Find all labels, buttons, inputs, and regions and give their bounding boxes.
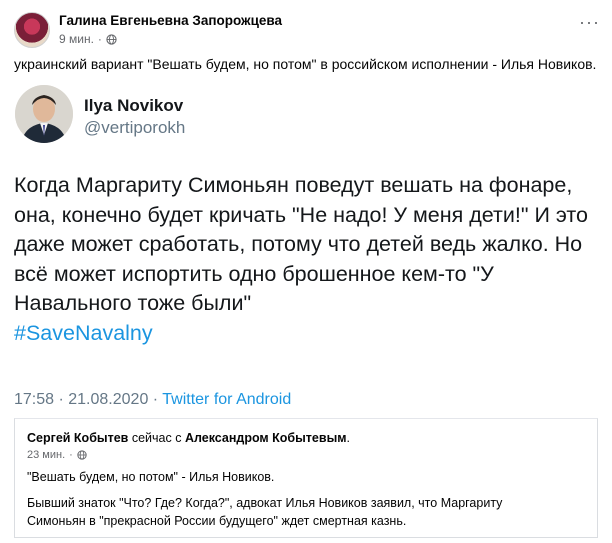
shared-post-timestamp[interactable]: 23 мин. bbox=[27, 449, 65, 461]
tweet-avatar bbox=[15, 85, 73, 143]
post-author-name[interactable]: Галина Евгеньевна Запорожцева bbox=[59, 13, 282, 28]
globe-icon bbox=[77, 450, 87, 460]
globe-icon bbox=[106, 33, 117, 45]
tweet-line: даже может сработать, потому что детей в… bbox=[14, 232, 583, 256]
shared-post-tagged[interactable]: Александром Кобытевым bbox=[185, 431, 347, 445]
tweet-body: Когда Маргариту Симоньян поведут вешать … bbox=[14, 171, 604, 348]
tweet-line: она, конечно будет кричать "Не надо! У м… bbox=[14, 202, 588, 227]
post-meta: 9 мин. · bbox=[59, 32, 117, 46]
shared-post-author[interactable]: Сергей Кобытев bbox=[27, 431, 128, 445]
tweet-screenshot[interactable]: Ilya Novikov @vertiporokh Когда Маргарит… bbox=[0, 80, 612, 418]
tweet-source: Twitter for Android bbox=[162, 391, 292, 408]
post-text: украинский вариант "Вешать будем, но пот… bbox=[14, 56, 597, 72]
shared-post[interactable]: Сергей Кобытев сейчас с Александром Кобы… bbox=[14, 418, 598, 538]
shared-post-body-line: Симоньян в "прекрасной России будущего" … bbox=[27, 514, 407, 528]
tweet-hashtag: #SaveNavalny bbox=[14, 320, 153, 345]
post-header: Галина Евгеньевна Запорожцева 9 мин. · ·… bbox=[14, 10, 604, 50]
tweet-author-name: Ilya Novikov bbox=[84, 96, 184, 115]
shared-post-author-line: Сергей Кобытев сейчас с Александром Кобы… bbox=[27, 431, 350, 445]
shared-post-with-text: сейчас с bbox=[128, 431, 185, 445]
more-options-icon[interactable]: ··· bbox=[579, 13, 600, 31]
tweet-author-handle: @vertiporokh bbox=[84, 118, 186, 137]
shared-post-body: Бывший знаток "Что? Где? Когда?", адвока… bbox=[27, 494, 587, 530]
tweet-line: Когда Маргариту Симоньян поведут вешать … bbox=[14, 173, 573, 197]
shared-post-body-line: Бывший знаток "Что? Где? Когда?", адвока… bbox=[27, 496, 503, 510]
tweet-line: всё может испортить одно брошенное кем-т… bbox=[14, 261, 494, 286]
tweet-datetime: 17:58 · 21.08.2020 · bbox=[14, 391, 163, 408]
author-avatar[interactable] bbox=[14, 12, 50, 48]
tweet-footer: 17:58 · 21.08.2020 · Twitter for Android bbox=[14, 391, 291, 409]
shared-post-quote: "Вешать будем, но потом" - Илья Новиков. bbox=[27, 470, 275, 484]
post-timestamp[interactable]: 9 мин. bbox=[59, 32, 94, 46]
shared-post-meta: 23 мин. · bbox=[27, 449, 87, 461]
tweet-line: Навального тоже были" bbox=[14, 291, 252, 315]
